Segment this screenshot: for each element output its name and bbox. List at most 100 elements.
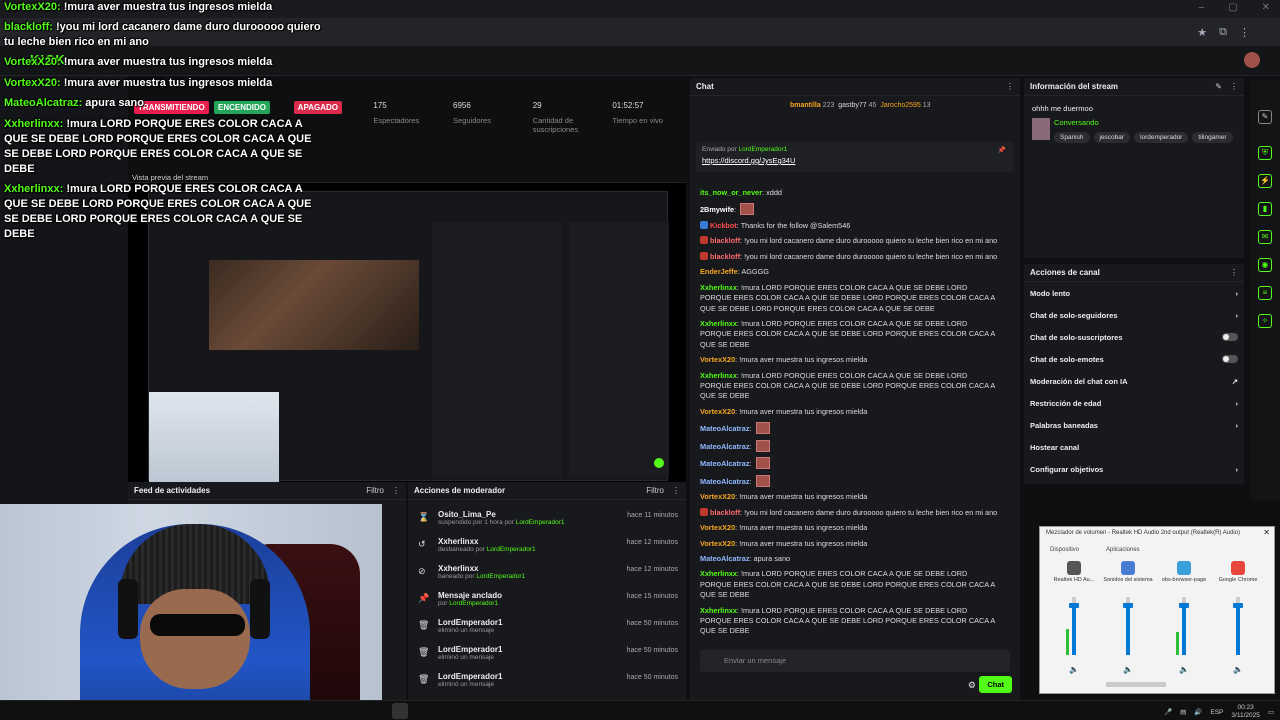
channel-action-item[interactable]: Palabras baneadas ›: [1024, 414, 1244, 436]
chat-username[interactable]: Xxherlinxx: [700, 371, 737, 380]
shield-icon[interactable]: ⛨: [1258, 146, 1272, 160]
chat-input[interactable]: Enviar un mensaje: [700, 650, 1010, 672]
list-icon[interactable]: ≡: [1258, 286, 1272, 300]
pin-icon[interactable]: 📌: [998, 146, 1006, 154]
volume-slider-knob[interactable]: [1123, 602, 1133, 608]
close-icon[interactable]: ✕: [1263, 528, 1270, 537]
chat-username[interactable]: blackloff: [710, 252, 740, 261]
bolt-icon[interactable]: ⚡: [1258, 174, 1272, 188]
close-icon[interactable]: ✕: [1262, 2, 1270, 13]
channel-action-item[interactable]: Chat de solo-emotes: [1024, 348, 1244, 370]
top-gifter-2[interactable]: gastby77: [838, 102, 866, 109]
chat-username[interactable]: Xxherlinxx: [700, 569, 737, 578]
mod-action-by[interactable]: LordEmperador1: [476, 573, 525, 580]
volume-icon[interactable]: 🔊: [1194, 708, 1202, 716]
more-icon[interactable]: ⋮: [1230, 82, 1238, 91]
chat-username[interactable]: MateoAlcatraz: [700, 477, 749, 486]
chat-username[interactable]: VortexX20: [700, 407, 735, 416]
chat-username[interactable]: VortexX20: [700, 355, 735, 364]
language-indicator[interactable]: ESP: [1210, 709, 1223, 716]
chat-username[interactable]: MateoAlcatraz: [700, 442, 749, 451]
chat-username[interactable]: EnderJeffe: [700, 267, 738, 276]
volume-slider-knob[interactable]: [1069, 602, 1079, 608]
broadcast-icon[interactable]: ◉: [1258, 258, 1272, 272]
wrench-icon[interactable]: ✧: [1258, 314, 1272, 328]
pinned-link[interactable]: https://discord.gg/JysEg34U: [702, 156, 1008, 165]
mic-icon[interactable]: 🎤: [1164, 708, 1172, 716]
volume-slider[interactable]: [1069, 597, 1079, 655]
chat-username[interactable]: MateoAlcatraz: [700, 554, 749, 563]
chat-username[interactable]: Xxherlinxx: [700, 319, 737, 328]
browser-toolbar-icons: ★ ⧉ ⋮: [1197, 18, 1280, 46]
stream-tag[interactable]: jescobar: [1093, 132, 1131, 143]
minimize-icon[interactable]: –: [1199, 2, 1205, 13]
chat-username[interactable]: blackloff: [710, 236, 740, 245]
volume-slider-knob[interactable]: [1179, 602, 1189, 608]
mod-action-by[interactable]: LordEmperador1: [516, 519, 565, 526]
category-link[interactable]: Conversando: [1054, 118, 1099, 127]
stream-tag[interactable]: Spanish: [1054, 132, 1090, 143]
more-icon[interactable]: ⋮: [1230, 268, 1238, 277]
book-icon[interactable]: ▮: [1258, 202, 1272, 216]
mod-action-by[interactable]: LordEmperador1: [449, 600, 498, 607]
chat-username[interactable]: VortexX20: [700, 523, 735, 532]
chat-username[interactable]: VortexX20: [700, 492, 735, 501]
clock[interactable]: 00:23 3/11/2025: [1231, 704, 1259, 720]
mod-filter-button[interactable]: Filtro: [646, 486, 664, 495]
activity-filter-button[interactable]: Filtro: [366, 486, 384, 495]
chat-username[interactable]: Xxherlinxx: [700, 283, 737, 292]
stream-tag[interactable]: tilingamer: [1192, 132, 1233, 143]
top-gifter-3[interactable]: Jarocho2595: [880, 102, 920, 109]
chat-bubble-icon[interactable]: ✉: [1258, 230, 1272, 244]
speaker-icon[interactable]: 🔈: [1069, 665, 1079, 674]
pinned-message[interactable]: Enviado por LordEmperador1 https://disco…: [696, 142, 1014, 172]
volume-slider[interactable]: [1123, 597, 1133, 655]
channel-action-item[interactable]: Modo lento ›: [1024, 282, 1244, 304]
extension-icon[interactable]: ⧉: [1219, 26, 1227, 39]
star-icon[interactable]: ★: [1197, 26, 1207, 39]
mod-action-by[interactable]: LordEmperador1: [487, 546, 536, 553]
maximize-icon[interactable]: ▢: [1228, 2, 1237, 13]
gear-icon[interactable]: ⚙: [968, 680, 976, 691]
chat-username[interactable]: Xxherlinxx: [700, 606, 737, 615]
send-chat-button[interactable]: Chat: [979, 676, 1012, 693]
speaker-icon[interactable]: 🔈: [1233, 665, 1243, 674]
mod-actions-list: ⌛ Osito_Lima_Pe suspendido por 1 hora por …: [408, 500, 686, 697]
top-gifter-1[interactable]: bmantilla: [790, 102, 821, 109]
avatar[interactable]: [1244, 52, 1260, 68]
volume-slider[interactable]: [1179, 597, 1189, 655]
network-icon[interactable]: ▤: [1180, 708, 1186, 716]
menu-icon[interactable]: ⋮: [1239, 26, 1250, 39]
toggle-switch[interactable]: [1222, 355, 1238, 363]
channel-action-item[interactable]: Chat de solo-suscriptores: [1024, 326, 1244, 348]
taskbar-app-icon[interactable]: [392, 703, 408, 719]
channel-action-item[interactable]: Moderación del chat con IA ↗: [1024, 370, 1244, 392]
channel-action-item[interactable]: Configurar objetivos ›: [1024, 458, 1244, 480]
volume-mixer-window[interactable]: Mezclador de volumen - Realtek HD Audio …: [1039, 526, 1275, 694]
volume-slider-knob[interactable]: [1233, 602, 1243, 608]
channel-action-item[interactable]: Restricción de edad ›: [1024, 392, 1244, 414]
speaker-icon[interactable]: 🔈: [1123, 665, 1133, 674]
more-icon[interactable]: ⋮: [672, 486, 680, 495]
notifications-icon[interactable]: ▭: [1268, 708, 1274, 716]
chat-text: !mura LORD PORQUE ERES COLOR CACA A QUE …: [700, 605, 995, 636]
stream-tag[interactable]: lordemperador: [1134, 132, 1189, 143]
volume-slider[interactable]: [1233, 597, 1243, 655]
more-icon[interactable]: ⋮: [1006, 82, 1014, 91]
pencil-icon[interactable]: ✎: [1258, 110, 1272, 124]
chat-username[interactable]: 2Bmywife: [700, 205, 734, 214]
edit-icon[interactable]: ✎: [1215, 82, 1222, 91]
chat-username[interactable]: blackloff: [710, 508, 740, 517]
chat-username[interactable]: its_now_or_never: [700, 188, 762, 197]
mixer-scrollbar[interactable]: [1106, 682, 1166, 687]
channel-action-item[interactable]: Chat de solo-seguidores ›: [1024, 304, 1244, 326]
mod-action-time: hace 50 minutos: [626, 674, 678, 681]
chat-username[interactable]: Kickbot: [710, 221, 737, 230]
chat-username[interactable]: MateoAlcatraz: [700, 459, 749, 468]
more-icon[interactable]: ⋮: [392, 486, 400, 495]
toggle-switch[interactable]: [1222, 333, 1238, 341]
speaker-icon[interactable]: 🔈: [1179, 665, 1189, 674]
channel-action-item[interactable]: Hostear canal: [1024, 436, 1244, 458]
chat-username[interactable]: VortexX20: [700, 539, 735, 548]
chat-username[interactable]: MateoAlcatraz: [700, 424, 749, 433]
